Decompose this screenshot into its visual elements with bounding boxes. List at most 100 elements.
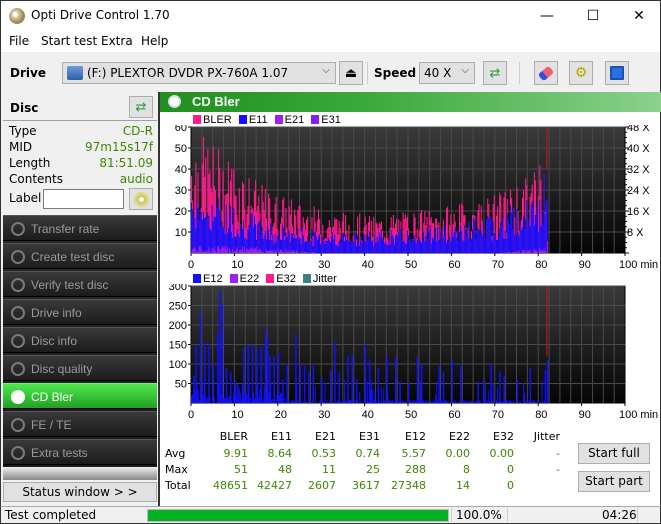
e21-e31-bar	[541, 249, 543, 253]
nav-drive-info[interactable]: Drive info	[3, 299, 157, 325]
e11-bar	[431, 237, 433, 253]
speed-select[interactable]: 40 X ⌵	[419, 62, 475, 84]
legend-swatch	[274, 115, 283, 124]
e21-e31-bar	[540, 250, 542, 253]
e11-bar	[261, 226, 263, 253]
e21-e31-bar	[504, 252, 506, 253]
e11-bar	[424, 241, 426, 253]
e11-bar	[204, 217, 206, 253]
e12-bar	[259, 388, 261, 403]
nav-extra-tests[interactable]: Extra tests	[3, 439, 157, 465]
nav-fe-te[interactable]: FE / TE	[3, 411, 157, 437]
e12-bar	[450, 401, 452, 403]
e11-bar	[348, 240, 350, 253]
e12-peak-bar	[234, 379, 236, 403]
e12-bar	[468, 400, 470, 403]
e12-bar	[509, 400, 512, 403]
e12-bar	[336, 401, 338, 403]
nav-create-test-disc[interactable]: Create test disc	[3, 243, 157, 269]
e21-e31-bar	[306, 251, 308, 253]
e21-e31-bar	[266, 251, 269, 253]
disc-refresh-button[interactable]: ⇄	[129, 96, 153, 118]
nav-label: Verify test disc	[31, 278, 109, 292]
menu-extra[interactable]: Extra	[101, 34, 133, 48]
eject-button[interactable]: ⏏	[339, 61, 363, 85]
e11-bar	[346, 239, 348, 253]
e12-peak-bar	[490, 364, 492, 403]
gears-icon: ⚙	[574, 65, 588, 81]
e11-bar	[503, 238, 505, 253]
nav-disc-info[interactable]: Disc info	[3, 327, 157, 353]
e12-peak-bar	[264, 328, 267, 403]
nav-cd-bler[interactable]: CD Bler	[3, 383, 157, 409]
maximize-button[interactable]: ☐	[570, 1, 616, 31]
stats-cell: 8	[463, 463, 470, 476]
e11-bar	[234, 236, 236, 253]
erase-button[interactable]	[534, 61, 558, 85]
y2-tick-label: 16 X	[627, 206, 650, 218]
e11-bar	[342, 232, 344, 253]
e21-e31-bar	[290, 251, 292, 253]
e21-e31-bar	[521, 250, 524, 253]
start-full-button[interactable]: Start full	[578, 443, 650, 464]
e11-bar	[287, 232, 289, 253]
e11-bar	[286, 237, 288, 253]
drive-select[interactable]: (F:) PLEXTOR DVDR PX-760A 1.07 ⌵	[62, 62, 336, 84]
e11-bar	[372, 241, 374, 253]
x-tick-label: 10	[231, 259, 243, 270]
nav-disc-quality[interactable]: Disc quality	[3, 355, 157, 381]
disc-label-button[interactable]	[129, 188, 153, 210]
nav-label: Disc info	[31, 334, 78, 348]
refresh-button[interactable]: ⇄	[483, 61, 507, 85]
e11-bar	[269, 239, 271, 253]
e11-bar	[393, 245, 395, 253]
e11-bar	[489, 216, 491, 253]
x-tick-label: 30	[318, 409, 330, 421]
status-divider	[451, 508, 452, 522]
e21-e31-bar	[526, 250, 528, 253]
nav-transfer-rate[interactable]: Transfer rate	[3, 215, 157, 241]
e21-e31-bar	[282, 251, 284, 253]
e12-bar	[245, 393, 247, 403]
e11-bar	[218, 197, 220, 253]
disc-label-input[interactable]	[43, 189, 124, 209]
e12-bar	[258, 396, 260, 403]
e12-bar	[246, 394, 248, 403]
e12-bar	[525, 401, 527, 403]
menu-file[interactable]: File	[9, 34, 29, 48]
stats-column-header: E32	[493, 430, 514, 443]
e11-bar	[396, 234, 398, 253]
e11-bar	[217, 205, 219, 253]
e12-peak-bar	[347, 356, 349, 403]
stats-row-label: Total	[165, 479, 191, 492]
e21-e31-bar	[234, 250, 236, 253]
close-button[interactable]: ✕	[616, 1, 661, 31]
settings-button[interactable]: ⚙	[569, 61, 593, 85]
e11-bar	[321, 241, 323, 253]
e11-bar	[361, 242, 363, 253]
e11-bar	[455, 237, 457, 253]
status-window-button[interactable]: Status window > >	[3, 482, 157, 502]
e21-e31-bar	[278, 251, 280, 253]
start-part-button[interactable]: Start part	[578, 471, 650, 492]
stats-column-header: E12	[405, 430, 426, 443]
e12-bar	[198, 400, 200, 403]
e11-bar	[298, 237, 300, 253]
nav-verify-test-disc[interactable]: Verify test disc	[3, 271, 157, 297]
menu-help[interactable]: Help	[141, 34, 168, 48]
status-bar: Test completed 100.0% 04:26	[0, 506, 661, 524]
e11-bar	[259, 220, 261, 253]
save-button[interactable]	[605, 61, 629, 85]
e12-bar	[388, 400, 390, 403]
e11-bar	[301, 227, 303, 253]
e12-bar	[294, 401, 296, 403]
minimize-button[interactable]: —	[524, 1, 570, 31]
app-icon	[9, 8, 25, 24]
e12-bar	[496, 388, 499, 403]
e21-e31-bar	[215, 252, 218, 253]
menu-start-test[interactable]: Start test	[41, 34, 97, 48]
e12-peak-bar	[438, 365, 440, 403]
e21-e31-bar	[246, 248, 248, 253]
e12-bar	[373, 399, 375, 403]
e11-bar	[266, 226, 269, 253]
